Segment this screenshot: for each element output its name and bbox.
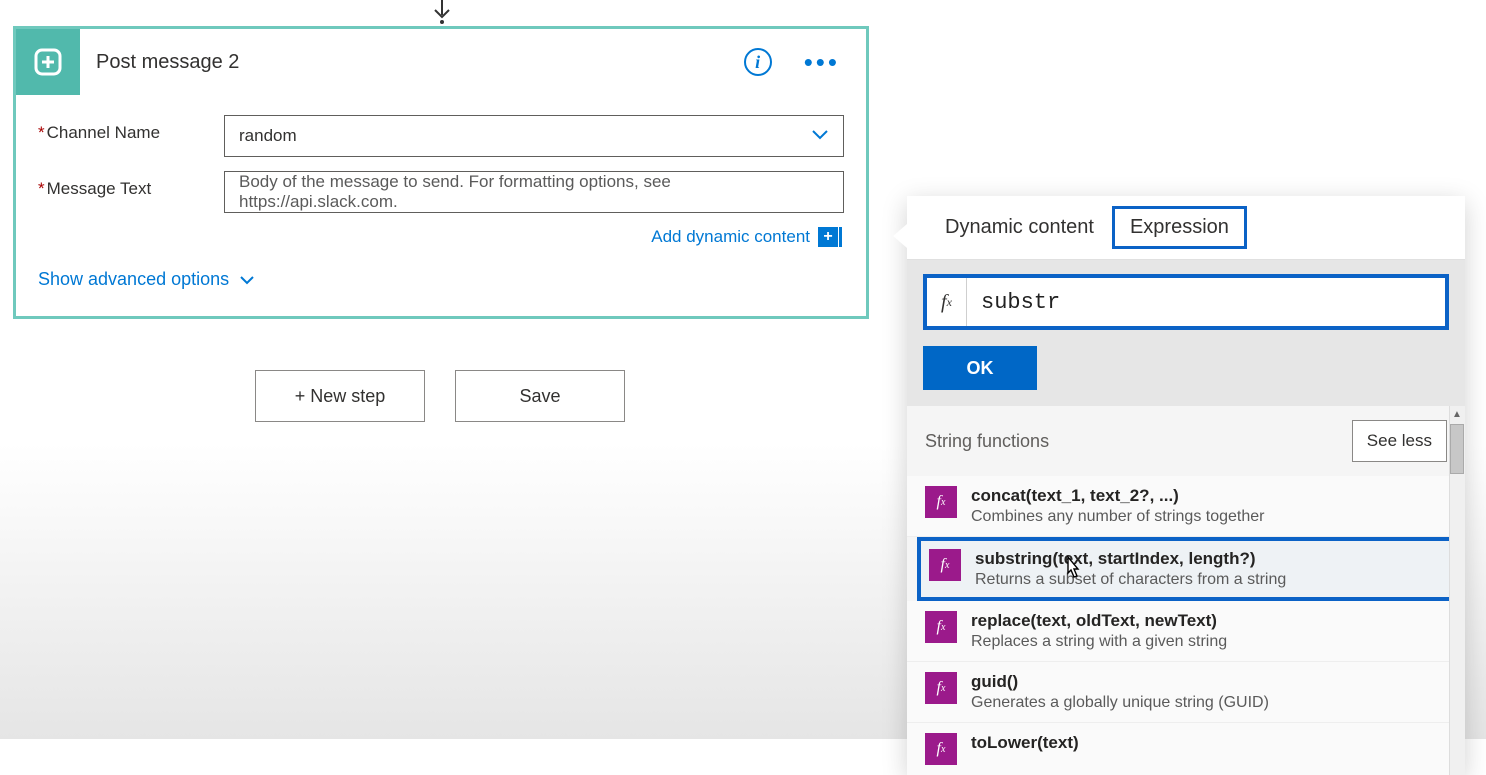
chevron-down-icon bbox=[239, 269, 255, 290]
function-item-guid[interactable]: fx guid() Generates a globally unique st… bbox=[907, 662, 1465, 723]
function-signature: substring(text, startIndex, length?) bbox=[975, 549, 1443, 569]
function-description: Returns a subset of characters from a st… bbox=[975, 571, 1443, 589]
scroll-thumb[interactable] bbox=[1450, 424, 1464, 474]
function-signature: toLower(text) bbox=[971, 733, 1447, 753]
ok-button[interactable]: OK bbox=[923, 346, 1037, 390]
function-item-tolower[interactable]: fx toLower(text) bbox=[907, 723, 1465, 775]
fx-badge-icon: fx bbox=[929, 549, 961, 581]
expression-input[interactable] bbox=[967, 290, 1445, 315]
message-text-placeholder: Body of the message to send. For formatt… bbox=[239, 172, 829, 212]
function-item-concat[interactable]: fx concat(text_1, text_2?, ...) Combines… bbox=[907, 476, 1465, 537]
show-advanced-options-link[interactable]: Show advanced options bbox=[38, 265, 844, 294]
scroll-up-icon[interactable]: ▲ bbox=[1449, 406, 1465, 422]
tab-expression[interactable]: Expression bbox=[1112, 206, 1247, 249]
see-less-button[interactable]: See less bbox=[1352, 420, 1447, 462]
channel-name-value: random bbox=[239, 126, 297, 146]
function-item-replace[interactable]: fx replace(text, oldText, newText) Repla… bbox=[907, 601, 1465, 662]
channel-name-select[interactable]: random bbox=[224, 115, 844, 157]
fx-badge-icon: fx bbox=[925, 486, 957, 518]
fx-badge-icon: fx bbox=[925, 611, 957, 643]
save-button[interactable]: Save bbox=[455, 370, 625, 422]
expression-input-wrap: fx bbox=[923, 274, 1449, 330]
new-step-button[interactable]: + New step bbox=[255, 370, 425, 422]
channel-name-label: *Channel Name bbox=[38, 115, 224, 143]
flow-arrow-down-icon bbox=[432, 0, 452, 25]
fx-icon: fx bbox=[927, 278, 967, 326]
function-list: ▲ String functions See less fx concat(te… bbox=[907, 406, 1465, 775]
info-icon[interactable]: i bbox=[744, 48, 772, 76]
function-signature: concat(text_1, text_2?, ...) bbox=[971, 486, 1447, 506]
action-card-post-message: Post message 2 i ••• *Channel Name rando… bbox=[13, 26, 869, 319]
chevron-down-icon bbox=[811, 126, 829, 146]
fx-badge-icon: fx bbox=[925, 672, 957, 704]
action-title: Post message 2 bbox=[80, 51, 744, 74]
message-text-input[interactable]: Body of the message to send. For formatt… bbox=[224, 171, 844, 213]
add-dynamic-content-link[interactable]: Add dynamic content bbox=[651, 227, 810, 247]
function-signature: replace(text, oldText, newText) bbox=[971, 611, 1447, 631]
function-description: Combines any number of strings together bbox=[971, 508, 1447, 526]
tab-dynamic-content[interactable]: Dynamic content bbox=[927, 206, 1112, 249]
function-item-substring[interactable]: fx substring(text, startIndex, length?) … bbox=[917, 537, 1455, 601]
action-card-header[interactable]: Post message 2 i ••• bbox=[16, 29, 866, 95]
function-description: Replaces a string with a given string bbox=[971, 633, 1447, 651]
expression-panel: Dynamic content Expression fx OK ▲ Strin… bbox=[907, 196, 1465, 775]
slack-connector-icon bbox=[16, 29, 80, 95]
dynamic-strip bbox=[839, 227, 842, 247]
message-text-label: *Message Text bbox=[38, 171, 224, 199]
add-dynamic-plus-icon[interactable]: + bbox=[818, 227, 838, 247]
scrollbar[interactable]: ▲ bbox=[1449, 406, 1465, 775]
function-description: Generates a globally unique string (GUID… bbox=[971, 694, 1447, 712]
fx-badge-icon: fx bbox=[925, 733, 957, 765]
function-signature: guid() bbox=[971, 672, 1447, 692]
function-section-title: String functions bbox=[925, 431, 1049, 452]
